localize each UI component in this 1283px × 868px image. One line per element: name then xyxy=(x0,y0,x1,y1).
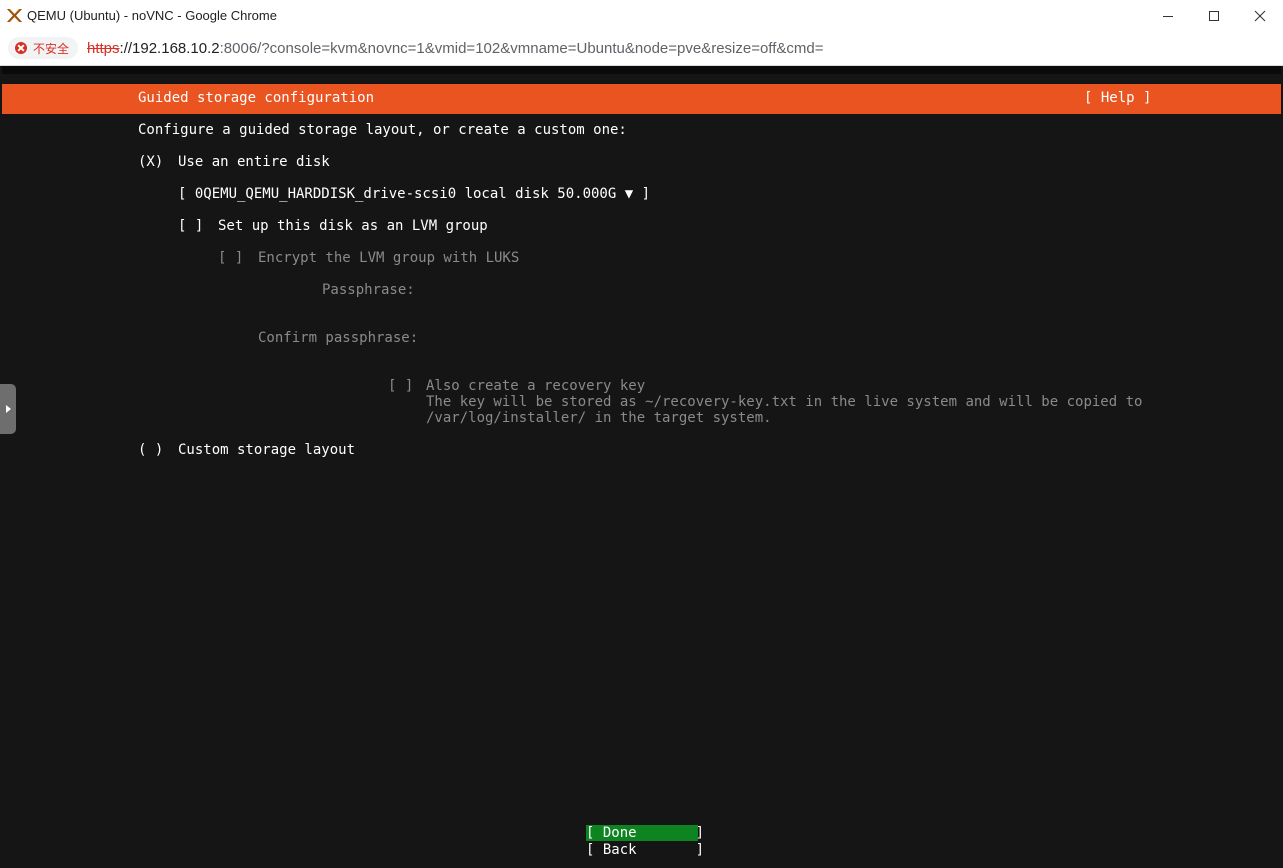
luks-label: Encrypt the LVM group with LUKS xyxy=(258,250,520,266)
vm-console-screen[interactable]: Guided storage configuration [ Help ] Co… xyxy=(2,66,1281,868)
passphrase-label: Passphrase: xyxy=(322,282,415,298)
novnc-control-bar-handle[interactable] xyxy=(0,384,16,434)
recovery-key-description-cont: /var/log/installer/ in the target system… xyxy=(426,410,772,426)
minimize-icon xyxy=(1163,16,1173,17)
intro-text: Configure a guided storage layout, or cr… xyxy=(138,122,627,138)
installer-header: Guided storage configuration [ Help ] xyxy=(2,84,1281,114)
recovery-key-description: The key will be stored as ~/recovery-key… xyxy=(426,394,1143,410)
security-indicator[interactable]: 不安全 xyxy=(8,37,79,59)
lvm-label[interactable]: Set up this disk as an LVM group xyxy=(218,218,488,234)
url-field[interactable]: https://192.168.10.2:8006/?console=kvm&n… xyxy=(87,40,823,57)
url-scheme: https xyxy=(87,40,120,57)
custom-layout-radio[interactable]: ( ) xyxy=(138,442,163,458)
window-title: QEMU (Ubuntu) - noVNC - Google Chrome xyxy=(27,8,277,23)
custom-layout-label[interactable]: Custom storage layout xyxy=(178,442,355,458)
entire-disk-label[interactable]: Use an entire disk xyxy=(178,154,330,170)
maximize-button[interactable] xyxy=(1191,0,1237,32)
luks-checkbox[interactable]: [ ] xyxy=(218,250,243,266)
done-button[interactable]: [ Done ] xyxy=(586,825,704,841)
novnc-viewport[interactable]: Guided storage configuration [ Help ] Co… xyxy=(0,66,1283,868)
window-titlebar: QEMU (Ubuntu) - noVNC - Google Chrome xyxy=(0,0,1283,33)
lvm-checkbox[interactable]: [ ] xyxy=(178,218,203,234)
recovery-key-label: Also create a recovery key xyxy=(426,378,646,394)
address-bar: 不安全 https://192.168.10.2:8006/?console=k… xyxy=(0,32,1283,66)
maximize-icon xyxy=(1209,11,1219,21)
passphrase-input[interactable] xyxy=(418,280,818,300)
back-button[interactable]: [ Back ] xyxy=(586,842,704,858)
minimize-button[interactable] xyxy=(1145,0,1191,32)
close-button[interactable] xyxy=(1237,0,1283,32)
recovery-key-checkbox[interactable]: [ ] xyxy=(388,378,413,394)
disk-select[interactable]: [ 0QEMU_QEMU_HARDDISK_drive-scsi0 local … xyxy=(178,186,650,202)
close-icon xyxy=(1254,10,1266,22)
confirm-passphrase-input[interactable] xyxy=(418,328,818,348)
not-secure-icon xyxy=(15,42,27,54)
page-title: Guided storage configuration xyxy=(138,90,375,106)
url-path: :8006/?console=kvm&novnc=1&vmid=102&vmna… xyxy=(219,40,824,57)
expand-arrow-icon xyxy=(5,405,11,413)
help-button[interactable]: [ Help ] xyxy=(1084,90,1151,106)
proxmox-x-icon xyxy=(7,9,22,22)
confirm-passphrase-label: Confirm passphrase: xyxy=(258,330,419,346)
entire-disk-radio[interactable]: (X) xyxy=(138,154,163,170)
security-label: 不安全 xyxy=(33,41,70,56)
url-host: ://192.168.10.2 xyxy=(119,40,220,57)
